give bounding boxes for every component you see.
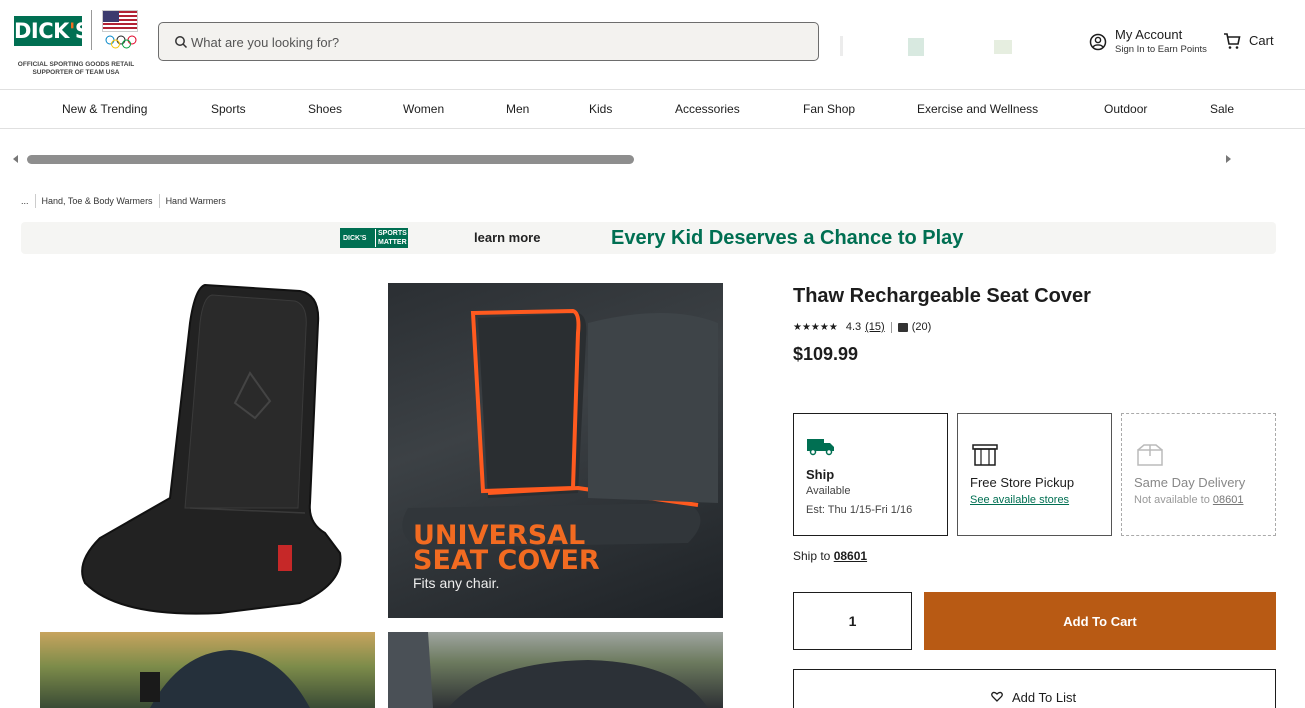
golfer-image <box>140 650 310 708</box>
product-image-3[interactable] <box>40 632 375 708</box>
breadcrumb-ellipsis[interactable]: ... <box>21 196 29 206</box>
nav-sale[interactable]: Sale <box>1210 102 1234 116</box>
pickup-option[interactable]: Free Store Pickup See available stores <box>957 413 1112 536</box>
delivery-box-icon <box>1137 444 1163 466</box>
quantity-input[interactable] <box>793 592 912 650</box>
cart-link[interactable]: Cart <box>1223 32 1283 52</box>
seat-cover-image <box>81 283 342 615</box>
golf-cart-image <box>388 632 708 708</box>
pickup-title: Free Store Pickup <box>970 475 1075 490</box>
product-title: Thaw Rechargeable Seat Cover <box>793 285 1091 307</box>
account-subtitle: Sign In to Earn Points <box>1115 44 1207 55</box>
same-day-status: Not available to 08601 <box>1134 494 1244 506</box>
add-to-list-button[interactable]: Add To List <box>793 669 1276 708</box>
product-image-4[interactable] <box>388 632 723 708</box>
ship-to-zip-link[interactable]: 08601 <box>834 549 867 563</box>
truck-icon <box>807 439 834 456</box>
heart-icon <box>991 691 1003 702</box>
ship-to: Ship to 08601 <box>793 549 868 563</box>
nav-fan-shop[interactable]: Fan Shop <box>803 102 855 116</box>
search-bar[interactable] <box>158 22 819 61</box>
nav-women[interactable]: Women <box>403 102 444 116</box>
ship-estimate: Est: Thu 1/15-Fri 1/16 <box>806 504 913 516</box>
qa-count-link[interactable]: (20) <box>912 321 932 333</box>
brand-logo[interactable]: DICK'S <box>14 16 90 46</box>
user-circle-icon <box>1089 33 1107 51</box>
nav-new-trending[interactable]: New & Trending <box>62 102 147 116</box>
promo-icons <box>840 36 1012 56</box>
my-account-link[interactable]: My Account Sign In to Earn Points <box>1089 25 1214 59</box>
store-icon <box>972 444 998 466</box>
ship-status: Available <box>806 485 851 497</box>
banner-slogan: Every Kid Deserves a Chance to Play <box>611 227 964 249</box>
image-subtitle: Fits any chair. <box>413 575 500 591</box>
olympic-rings-icon <box>105 35 137 49</box>
image-headline: UNIVERSAL SEAT COVER <box>413 520 600 576</box>
promo-banner[interactable]: DICK'S SPORTS MATTER learn more Every Ki… <box>21 222 1276 254</box>
ship-option[interactable]: Ship Available Est: Thu 1/15-Fri 1/16 <box>793 413 948 536</box>
add-to-list-label: Add To List <box>1012 690 1077 705</box>
nav-exercise-wellness[interactable]: Exercise and Wellness <box>917 102 1038 116</box>
add-to-cart-button[interactable]: Add To Cart <box>924 592 1276 650</box>
search-icon <box>175 36 188 49</box>
product-image-main[interactable] <box>40 283 375 618</box>
horizontal-scrollbar[interactable] <box>10 152 1235 168</box>
see-stores-link[interactable]: See available stores <box>970 494 1069 506</box>
product-image-lifestyle[interactable]: UNIVERSAL SEAT COVER Fits any chair. <box>388 283 723 618</box>
nav-shoes[interactable]: Shoes <box>308 102 342 116</box>
cart-label: Cart <box>1249 33 1274 48</box>
scroll-left-icon[interactable] <box>13 155 18 163</box>
nav-sports[interactable]: Sports <box>211 102 246 116</box>
nav-accessories[interactable]: Accessories <box>675 102 740 116</box>
nav-outdoor[interactable]: Outdoor <box>1104 102 1147 116</box>
us-flag-icon <box>102 10 138 32</box>
questions-icon <box>897 322 908 332</box>
breadcrumb-item[interactable]: Hand, Toe & Body Warmers <box>42 196 153 206</box>
same-day-option[interactable]: Same Day Delivery Not available to 08601 <box>1121 413 1276 536</box>
same-day-zip[interactable]: 08601 <box>1213 494 1244 506</box>
main-nav: New & Trending Sports Shoes Women Men Ki… <box>0 90 1305 129</box>
nav-men[interactable]: Men <box>506 102 529 116</box>
product-price: $109.99 <box>793 344 859 364</box>
learn-more-link[interactable]: learn more <box>474 230 540 245</box>
site-header: DICK'S OFFICIAL SPORTING GOODS RETAIL SU… <box>0 0 1305 90</box>
search-input[interactable] <box>191 32 791 52</box>
scroll-right-icon[interactable] <box>1226 155 1231 163</box>
product-rating: ★★★★★ 4.3 (15) (20) <box>793 320 931 334</box>
breadcrumb: ... Hand, Toe & Body Warmers Hand Warmer… <box>21 194 226 208</box>
star-rating-icon[interactable]: ★★★★★ <box>793 322 838 333</box>
ship-title: Ship <box>806 467 835 482</box>
brand-tagline: OFFICIAL SPORTING GOODS RETAIL SUPPORTER… <box>17 61 135 76</box>
rating-value: 4.3 <box>845 321 862 333</box>
logo-divider <box>91 10 92 50</box>
breadcrumb-item[interactable]: Hand Warmers <box>166 196 226 206</box>
nav-kids[interactable]: Kids <box>589 102 612 116</box>
same-day-title: Same Day Delivery <box>1134 475 1246 490</box>
review-count-link[interactable]: (15) <box>865 321 885 333</box>
scroll-thumb[interactable] <box>27 155 634 164</box>
account-title: My Account <box>1115 27 1183 42</box>
cart-icon <box>1224 33 1241 49</box>
sports-matter-logo: DICK'S SPORTS MATTER <box>340 228 408 248</box>
